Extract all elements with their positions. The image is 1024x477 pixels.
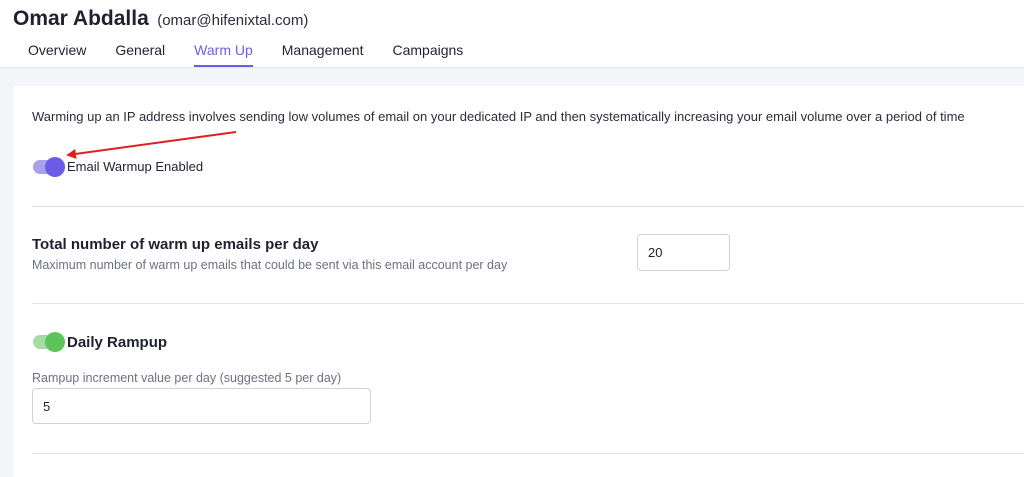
warmup-settings-card: Warming up an IP address involves sendin… [14,86,1024,477]
rampup-increment-label: Rampup increment value per day (suggeste… [32,371,342,385]
daily-rampup-toggle[interactable] [33,332,65,352]
toggle-knob [45,332,65,352]
email-warmup-toggle[interactable] [33,157,65,177]
daily-rampup-label: Daily Rampup [67,334,168,351]
section-divider [32,206,1024,207]
tab-campaigns[interactable]: Campaigns [392,42,463,68]
account-title: Omar Abdalla (omar@hifenixtal.com) [13,7,308,31]
section-divider [32,303,1024,304]
tab-bar: Overview General Warm Up Management Camp… [28,42,492,68]
email-warmup-label: Email Warmup Enabled [67,159,204,174]
tab-general[interactable]: General [115,42,165,68]
toggle-knob [45,157,65,177]
account-name: Omar Abdalla [13,7,149,30]
warmup-intro-text: Warming up an IP address involves sendin… [32,109,965,124]
page-header: Omar Abdalla (omar@hifenixtal.com) Overv… [0,0,1024,68]
tab-management[interactable]: Management [282,42,364,68]
account-email: (omar@hifenixtal.com) [157,12,309,29]
section-divider [32,453,1024,454]
rampup-increment-input[interactable] [32,388,371,424]
tab-warm-up[interactable]: Warm Up [194,42,253,68]
tab-overview[interactable]: Overview [28,42,86,68]
emails-per-day-input[interactable] [637,234,730,271]
emails-per-day-description: Maximum number of warm up emails that co… [32,258,508,272]
emails-per-day-title: Total number of warm up emails per day [32,236,319,253]
